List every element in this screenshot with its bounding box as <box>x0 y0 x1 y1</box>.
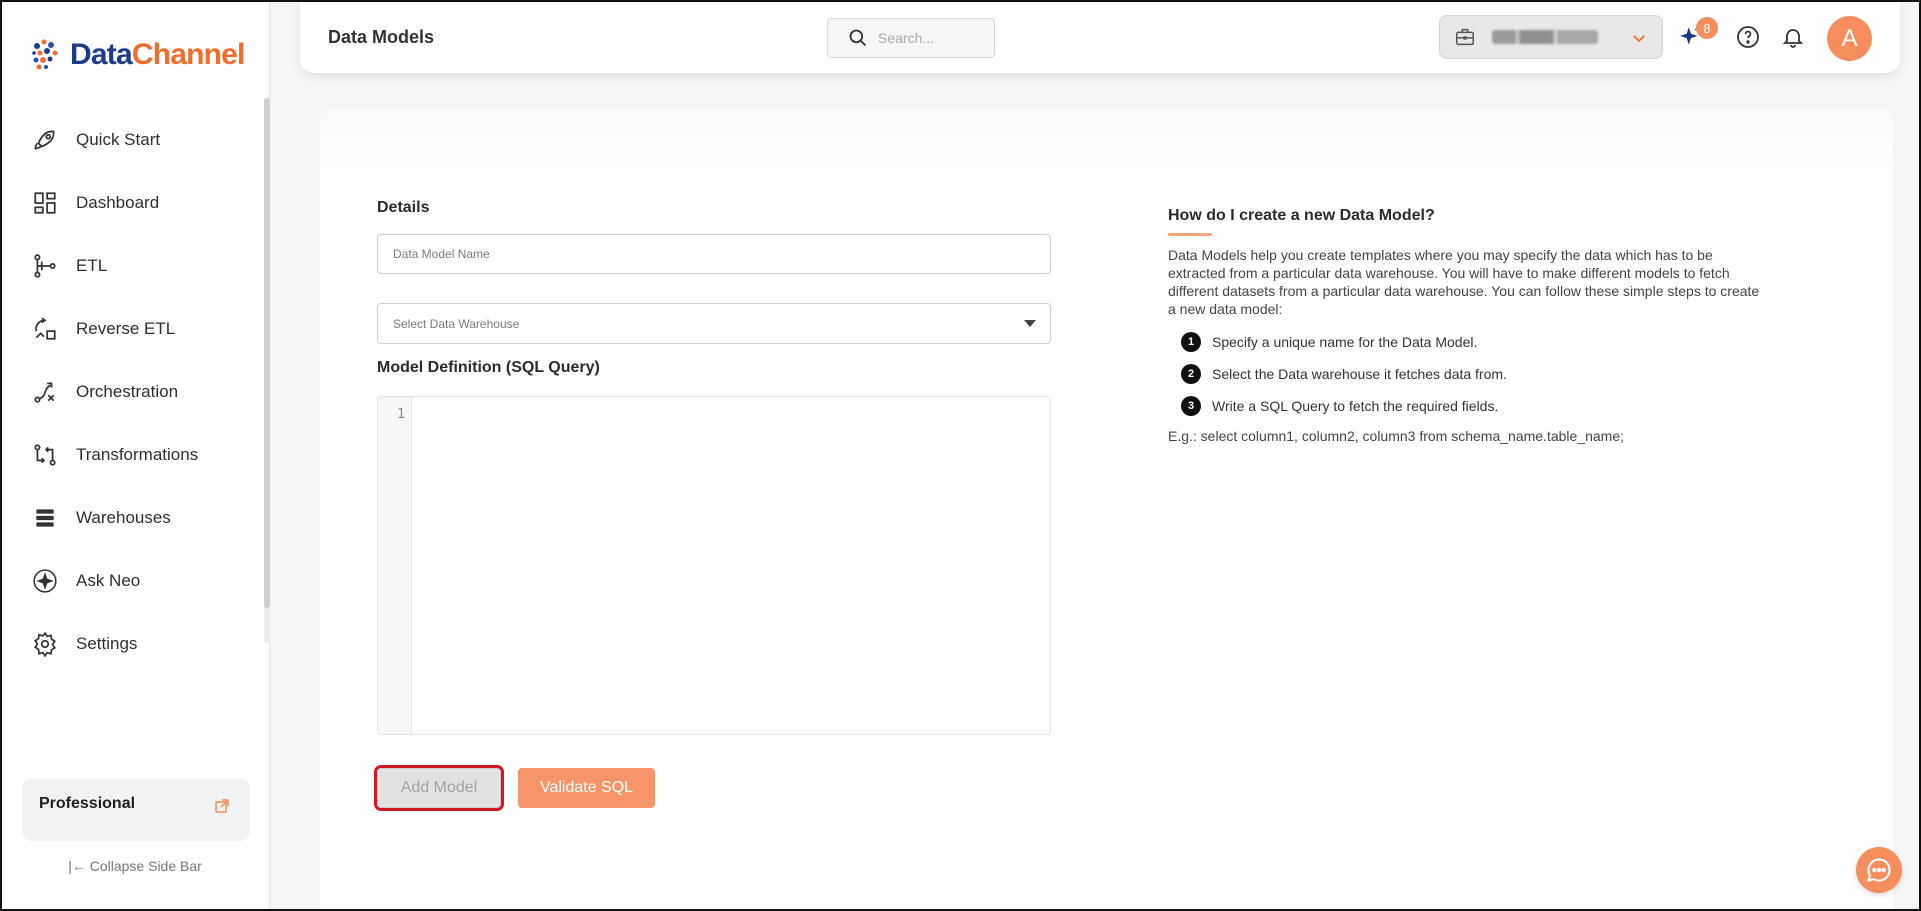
sidebar-item-ask-neo[interactable]: Ask Neo <box>0 549 262 612</box>
bell-icon <box>1782 29 1804 48</box>
collapse-label: Collapse Side Bar <box>89 858 202 874</box>
workspace-name-redacted <box>1492 30 1598 44</box>
orchestration-icon <box>32 379 58 405</box>
help-description: Data Models help you create templates wh… <box>1168 247 1760 317</box>
user-avatar[interactable]: A <box>1827 16 1872 61</box>
details-label: Details <box>377 199 430 216</box>
sidebar: DataChannel Quick Start Dashboard ETL Re… <box>0 0 270 911</box>
chat-bubble-icon <box>1867 858 1891 882</box>
settings-icon <box>32 631 58 657</box>
help-panel: How do I create a new Data Model? Data M… <box>1168 207 1773 444</box>
sql-editor[interactable]: 1 <box>377 396 1051 735</box>
sidebar-item-etl[interactable]: ETL <box>0 234 262 297</box>
collapse-sidebar-button[interactable]: |← Collapse Side Bar <box>0 858 270 874</box>
sidebar-item-label: Warehouses <box>76 507 171 527</box>
data-model-name-input[interactable] <box>393 247 1050 261</box>
workspace-selector[interactable] <box>1439 15 1663 59</box>
sidebar-item-label: Orchestration <box>76 381 179 401</box>
step-text: Specify a unique name for the Data Model… <box>1212 334 1478 350</box>
topbar: Data Models 8 A <box>300 0 1900 73</box>
sidebar-item-orchestration[interactable]: Orchestration <box>0 360 262 423</box>
model-definition-label: Model Definition (SQL Query) <box>377 359 600 376</box>
sidebar-item-label: Transformations <box>76 444 199 464</box>
sidebar-item-settings[interactable]: Settings <box>0 612 262 675</box>
plan-card[interactable]: Professional <box>22 779 250 841</box>
search-icon <box>849 29 867 47</box>
help-step: 1 Specify a unique name for the Data Mod… <box>1181 326 1773 358</box>
warehouse-select-placeholder: Select Data Warehouse <box>393 316 520 331</box>
help-example: E.g.: select column1, column2, column3 f… <box>1168 428 1625 444</box>
sidebar-item-warehouses[interactable]: Warehouses <box>0 486 262 549</box>
step-number: 2 <box>1181 364 1201 384</box>
collapse-icon: |← <box>68 858 86 874</box>
search-input[interactable] <box>878 30 988 46</box>
chevron-down-icon <box>1633 35 1645 43</box>
step-number: 1 <box>1181 332 1201 352</box>
datachannel-logo[interactable]: DataChannel <box>30 36 245 74</box>
ask-neo-icon <box>32 568 58 594</box>
line-number: 1 <box>397 407 405 422</box>
step-text: Select the Data warehouse it fetches dat… <box>1212 366 1507 382</box>
sidebar-item-dashboard[interactable]: Dashboard <box>0 171 262 234</box>
help-title-underline <box>1168 233 1212 236</box>
sidebar-item-label: Reverse ETL <box>76 318 176 338</box>
notifications-button[interactable] <box>1778 22 1808 52</box>
help-steps: 1 Specify a unique name for the Data Mod… <box>1168 326 1773 422</box>
help-icon <box>1737 26 1759 48</box>
sidebar-item-label: Ask Neo <box>76 570 141 590</box>
sidebar-item-label: ETL <box>76 255 108 275</box>
step-number: 3 <box>1181 396 1201 416</box>
logo-text: DataChannel <box>70 38 245 72</box>
help-step: 3 Write a SQL Query to fetch the require… <box>1181 390 1773 422</box>
sidebar-item-label: Quick Start <box>76 129 161 149</box>
sidebar-item-label: Settings <box>76 633 138 653</box>
logo-text-channel: Channel <box>131 38 246 71</box>
warehouse-select[interactable]: Select Data Warehouse <box>377 303 1051 344</box>
data-model-name-field[interactable] <box>377 234 1051 274</box>
briefcase-icon <box>1456 28 1474 46</box>
help-step: 2 Select the Data warehouse it fetches d… <box>1181 358 1773 390</box>
help-button[interactable] <box>1733 22 1763 52</box>
sidebar-item-transformations[interactable]: Transformations <box>0 423 262 486</box>
sidebar-item-label: Dashboard <box>76 192 160 212</box>
caret-down-icon <box>1024 320 1036 327</box>
sql-query-input[interactable] <box>418 405 1038 725</box>
etl-icon <box>32 253 58 279</box>
validate-sql-button[interactable]: Validate SQL <box>518 768 655 808</box>
warehouses-icon <box>32 505 58 531</box>
search-box[interactable] <box>827 18 995 58</box>
help-title: How do I create a new Data Model? <box>1168 207 1435 224</box>
editor-gutter: 1 <box>378 397 412 734</box>
sidebar-scrollbar[interactable] <box>264 98 270 608</box>
notification-count-badge: 8 <box>1696 17 1718 39</box>
transformations-icon <box>32 442 58 468</box>
logo-text-data: Data <box>70 38 133 71</box>
step-text: Write a SQL Query to fetch the required … <box>1212 398 1499 414</box>
sidebar-nav: Quick Start Dashboard ETL Reverse ETL Or… <box>0 108 262 675</box>
rocket-icon <box>32 127 58 153</box>
sidebar-item-quick-start[interactable]: Quick Start <box>0 108 262 171</box>
sidebar-item-reverse-etl[interactable]: Reverse ETL <box>0 297 262 360</box>
chat-support-button[interactable] <box>1856 847 1902 893</box>
external-link-icon[interactable] <box>214 798 230 814</box>
dashboard-icon <box>32 190 58 216</box>
reverse-etl-icon <box>32 316 58 342</box>
add-model-button[interactable]: Add Model <box>374 765 504 811</box>
logo-mark-icon <box>32 39 58 70</box>
page-title: Data Models <box>328 27 435 47</box>
card-header-area <box>320 108 1893 168</box>
